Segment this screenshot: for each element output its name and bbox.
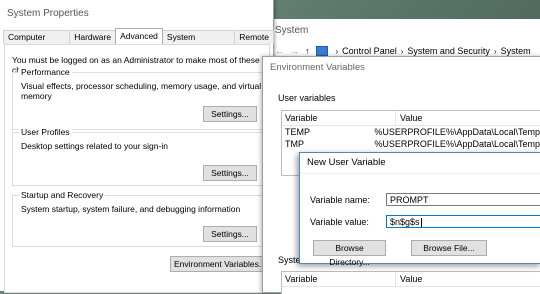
row-variable: TEMP [285, 127, 311, 137]
system-properties-title: System Properties [0, 0, 273, 26]
list-header: Variable Value [282, 272, 540, 287]
user-profiles-desc: Desktop settings related to your sign-in [21, 141, 168, 151]
column-header-variable[interactable]: Variable [282, 272, 396, 286]
table-row[interactable]: TEMP %USERPROFILE%\AppData\Local\Temp [282, 126, 540, 138]
system-window-title: System [275, 25, 309, 36]
new-user-variable-dialog: New User Variable Variable name: PROMPT … [299, 152, 540, 267]
breadcrumb-control-panel[interactable]: Control Panel [342, 46, 397, 56]
list-header: Variable Value [282, 111, 540, 126]
variable-name-label: Variable name: [310, 195, 370, 205]
row-value: %USERPROFILE%\AppData\Local\Temp [374, 139, 540, 149]
tab-bar: Computer Name Hardware Advanced System P… [3, 28, 274, 55]
tab-hardware[interactable]: Hardware [69, 30, 117, 44]
breadcrumb-system[interactable]: System [501, 46, 531, 56]
performance-group: Performance Visual effects, processor sc… [12, 67, 266, 130]
tab-remote[interactable]: Remote [234, 30, 274, 44]
environment-variables-title: Environment Variables [270, 62, 365, 73]
tab-advanced[interactable]: Advanced [115, 28, 163, 44]
variable-value-text: $n$g$s [390, 217, 420, 227]
column-header-value[interactable]: Value [396, 272, 422, 286]
performance-settings-button[interactable]: Settings... [203, 106, 257, 122]
tab-computer-name[interactable]: Computer Name [3, 30, 71, 55]
row-variable: TMP [285, 139, 304, 149]
performance-title: Performance [19, 67, 72, 77]
browse-file-button[interactable]: Browse File... [411, 240, 487, 256]
up-arrow-icon[interactable]: ↑ [305, 46, 310, 56]
breadcrumb-chevron-icon: › [493, 46, 497, 56]
startup-recovery-group: Startup and Recovery System startup, sys… [12, 190, 266, 247]
browse-directory-button[interactable]: Browse Directory... [313, 240, 386, 267]
text-caret [420, 218, 422, 228]
environment-variables-button[interactable]: Environment Variables... [170, 256, 270, 272]
column-header-variable[interactable]: Variable [282, 111, 396, 125]
user-variables-label: User variables [278, 93, 336, 103]
startup-recovery-settings-button[interactable]: Settings... [203, 226, 257, 242]
startup-recovery-desc: System startup, system failure, and debu… [21, 204, 241, 214]
table-row[interactable]: TMP %USERPROFILE%\AppData\Local\Temp [282, 138, 540, 150]
user-profiles-settings-button[interactable]: Settings... [203, 165, 257, 181]
user-profiles-title: User Profiles [19, 127, 72, 137]
performance-desc: Visual effects, processor scheduling, me… [21, 81, 262, 101]
variable-name-field[interactable]: PROMPT [386, 193, 540, 206]
breadcrumb-system-security[interactable]: System and Security [407, 46, 490, 56]
control-panel-icon [315, 46, 328, 56]
startup-recovery-title: Startup and Recovery [19, 190, 106, 200]
new-user-variable-title: New User Variable [300, 153, 540, 174]
breadcrumb-chevron-icon: › [400, 46, 404, 56]
column-header-value[interactable]: Value [396, 111, 422, 125]
forward-arrow-icon[interactable]: → [290, 46, 299, 56]
row-value: %USERPROFILE%\AppData\Local\Temp [374, 127, 540, 137]
breadcrumb-chevron-icon: › [335, 46, 339, 56]
tab-system-protection[interactable]: System Protection [161, 30, 236, 55]
back-arrow-icon[interactable]: ← [275, 46, 284, 56]
user-profiles-group: User Profiles Desktop settings related t… [12, 127, 266, 186]
variable-value-field[interactable]: $n$g$s [386, 215, 540, 228]
system-properties-dialog: System Properties Computer Name Hardware… [0, 0, 274, 293]
variable-value-label: Variable value: [310, 217, 369, 227]
